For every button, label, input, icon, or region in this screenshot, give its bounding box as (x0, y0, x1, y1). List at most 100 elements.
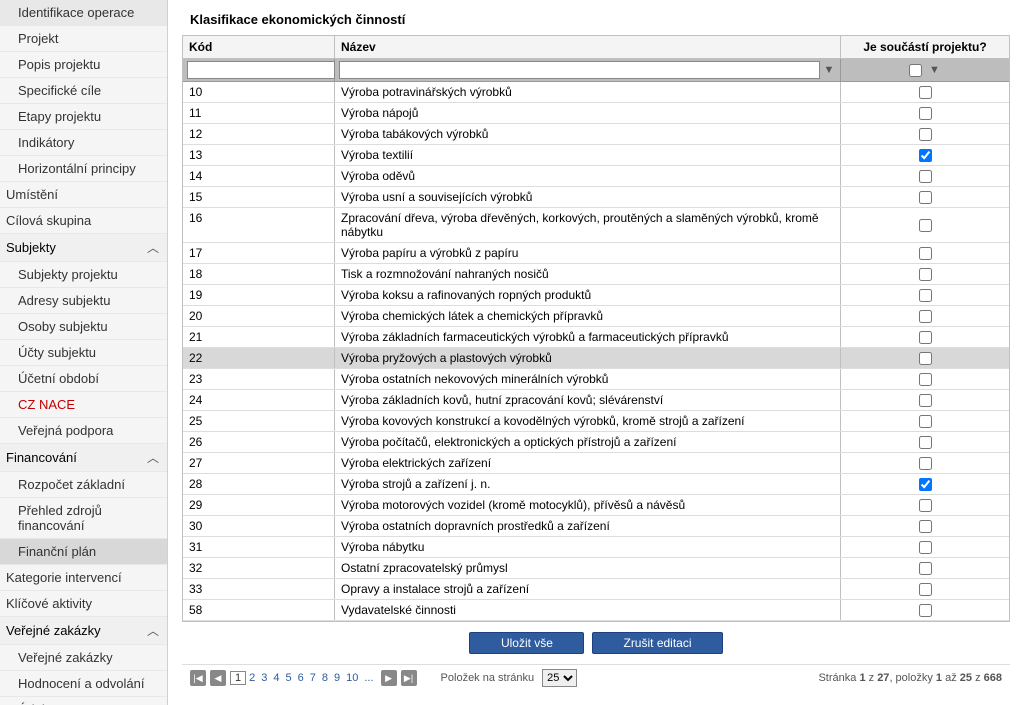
row-checkbox[interactable] (919, 310, 932, 323)
pager-page-link[interactable]: 5 (283, 672, 295, 684)
pager-last-icon[interactable]: ▶| (401, 670, 417, 686)
sidebar-section[interactable]: Financování︿ (0, 444, 167, 472)
row-checkbox[interactable] (919, 86, 932, 99)
row-checkbox[interactable] (919, 289, 932, 302)
row-checkbox[interactable] (919, 107, 932, 120)
row-checkbox[interactable] (919, 583, 932, 596)
table-row[interactable]: 24Výroba základních kovů, hutní zpracová… (183, 390, 1009, 411)
table-row[interactable]: 26Výroba počítačů, elektronických a opti… (183, 432, 1009, 453)
sidebar-item[interactable]: Cílová skupina (0, 208, 167, 234)
table-row[interactable]: 20Výroba chemických látek a chemických p… (183, 306, 1009, 327)
row-checkbox[interactable] (919, 191, 932, 204)
row-checkbox[interactable] (919, 170, 932, 183)
row-checkbox[interactable] (919, 499, 932, 512)
pager-page-link[interactable]: 6 (295, 672, 307, 684)
table-row[interactable]: 32Ostatní zpracovatelský průmysl (183, 558, 1009, 579)
row-checkbox[interactable] (919, 394, 932, 407)
sidebar-item[interactable]: Účetní období (0, 366, 167, 392)
table-row[interactable]: 21Výroba základních farmaceutických výro… (183, 327, 1009, 348)
sidebar-item[interactable]: Umístění (0, 182, 167, 208)
row-checkbox[interactable] (919, 331, 932, 344)
filter-input-nazev[interactable] (339, 61, 820, 79)
pager-page-link[interactable]: 10 (343, 672, 361, 684)
sidebar-item[interactable]: Rozpočet základní (0, 472, 167, 498)
pager-page-link[interactable]: 2 (246, 672, 258, 684)
row-checkbox[interactable] (919, 149, 932, 162)
pager-page-link[interactable]: 9 (331, 672, 343, 684)
table-row[interactable]: 11Výroba nápojů (183, 103, 1009, 124)
col-header-kod[interactable]: Kód (183, 36, 335, 58)
page-size-select[interactable]: 25 (542, 669, 577, 687)
table-row[interactable]: 29Výroba motorových vozidel (kromě motoc… (183, 495, 1009, 516)
row-checkbox[interactable] (919, 415, 932, 428)
table-row[interactable]: 25Výroba kovových konstrukcí a kovodělný… (183, 411, 1009, 432)
pager-prev-icon[interactable]: ◀ (210, 670, 226, 686)
sidebar-item[interactable]: Veřejné zakázky (0, 645, 167, 671)
row-checkbox[interactable] (919, 219, 932, 232)
cancel-edit-button[interactable]: Zrušit editaci (592, 632, 722, 654)
table-row[interactable]: 16Zpracování dřeva, výroba dřevěných, ko… (183, 208, 1009, 243)
sidebar-item[interactable]: Finanční plán (0, 539, 167, 565)
pager-page-link[interactable]: 1 (230, 671, 246, 685)
sidebar-item[interactable]: Hodnocení a odvolání (0, 671, 167, 697)
table-row[interactable]: 12Výroba tabákových výrobků (183, 124, 1009, 145)
sidebar-item[interactable]: Specifické cíle (0, 78, 167, 104)
table-row[interactable]: 19Výroba koksu a rafinovaných ropných pr… (183, 285, 1009, 306)
row-checkbox[interactable] (919, 436, 932, 449)
sidebar-section[interactable]: Veřejné zakázky︿ (0, 617, 167, 645)
table-row[interactable]: 58Vydavatelské činnosti (183, 600, 1009, 621)
col-header-check[interactable]: Je součástí projektu? (841, 36, 1009, 58)
filter-icon[interactable]: ▼ (928, 63, 942, 77)
pager-page-link[interactable]: ... (361, 672, 376, 684)
sidebar-item[interactable]: Subjekty projektu (0, 262, 167, 288)
sidebar-section[interactable]: Subjekty︿ (0, 234, 167, 262)
table-row[interactable]: 28Výroba strojů a zařízení j. n. (183, 474, 1009, 495)
table-row[interactable]: 15Výroba usní a souvisejících výrobků (183, 187, 1009, 208)
sidebar-item[interactable]: Klíčové aktivity (0, 591, 167, 617)
table-row[interactable]: 33Opravy a instalace strojů a zařízení (183, 579, 1009, 600)
table-row[interactable]: 18Tisk a rozmnožování nahraných nosičů (183, 264, 1009, 285)
sidebar-item[interactable]: CZ NACE (0, 392, 167, 418)
pager-first-icon[interactable]: |◀ (190, 670, 206, 686)
row-checkbox[interactable] (919, 604, 932, 617)
filter-input-kod[interactable] (187, 61, 335, 79)
row-checkbox[interactable] (919, 247, 932, 260)
table-row[interactable]: 10Výroba potravinářských výrobků (183, 82, 1009, 103)
table-row[interactable]: 22Výroba pryžových a plastových výrobků (183, 348, 1009, 369)
save-all-button[interactable]: Uložit vše (469, 632, 584, 654)
row-checkbox[interactable] (919, 128, 932, 141)
filter-checkbox[interactable] (909, 64, 922, 77)
sidebar-item[interactable]: Indikátory (0, 130, 167, 156)
table-row[interactable]: 23Výroba ostatních nekovových minerálníc… (183, 369, 1009, 390)
pager-next-icon[interactable]: ▶ (381, 670, 397, 686)
row-checkbox[interactable] (919, 352, 932, 365)
pager-page-link[interactable]: 4 (270, 672, 282, 684)
table-row[interactable]: 30Výroba ostatních dopravních prostředků… (183, 516, 1009, 537)
sidebar-item[interactable]: Veřejná podpora (0, 418, 167, 444)
table-row[interactable]: 31Výroba nábytku (183, 537, 1009, 558)
sidebar-item[interactable]: Kategorie intervencí (0, 565, 167, 591)
table-row[interactable]: 27Výroba elektrických zařízení (183, 453, 1009, 474)
row-checkbox[interactable] (919, 457, 932, 470)
sidebar-item[interactable]: Identifikace operace (0, 0, 167, 26)
sidebar-item[interactable]: Osoby subjektu (0, 314, 167, 340)
sidebar-item[interactable]: Projekt (0, 26, 167, 52)
row-checkbox[interactable] (919, 268, 932, 281)
filter-icon[interactable]: ▼ (822, 63, 836, 77)
sidebar-item[interactable]: Adresy subjektu (0, 288, 167, 314)
pager-page-link[interactable]: 8 (319, 672, 331, 684)
table-row[interactable]: 14Výroba oděvů (183, 166, 1009, 187)
sidebar-item[interactable]: Údaje o smlouvě/dodatku (0, 697, 167, 705)
row-checkbox[interactable] (919, 478, 932, 491)
table-row[interactable]: 17Výroba papíru a výrobků z papíru (183, 243, 1009, 264)
col-header-nazev[interactable]: Název (335, 36, 841, 58)
pager-page-link[interactable]: 3 (258, 672, 270, 684)
sidebar-item[interactable]: Účty subjektu (0, 340, 167, 366)
sidebar-item[interactable]: Přehled zdrojů financování (0, 498, 167, 539)
sidebar-item[interactable]: Popis projektu (0, 52, 167, 78)
table-row[interactable]: 13Výroba textilií (183, 145, 1009, 166)
row-checkbox[interactable] (919, 541, 932, 554)
row-checkbox[interactable] (919, 373, 932, 386)
pager-page-link[interactable]: 7 (307, 672, 319, 684)
sidebar-item[interactable]: Etapy projektu (0, 104, 167, 130)
